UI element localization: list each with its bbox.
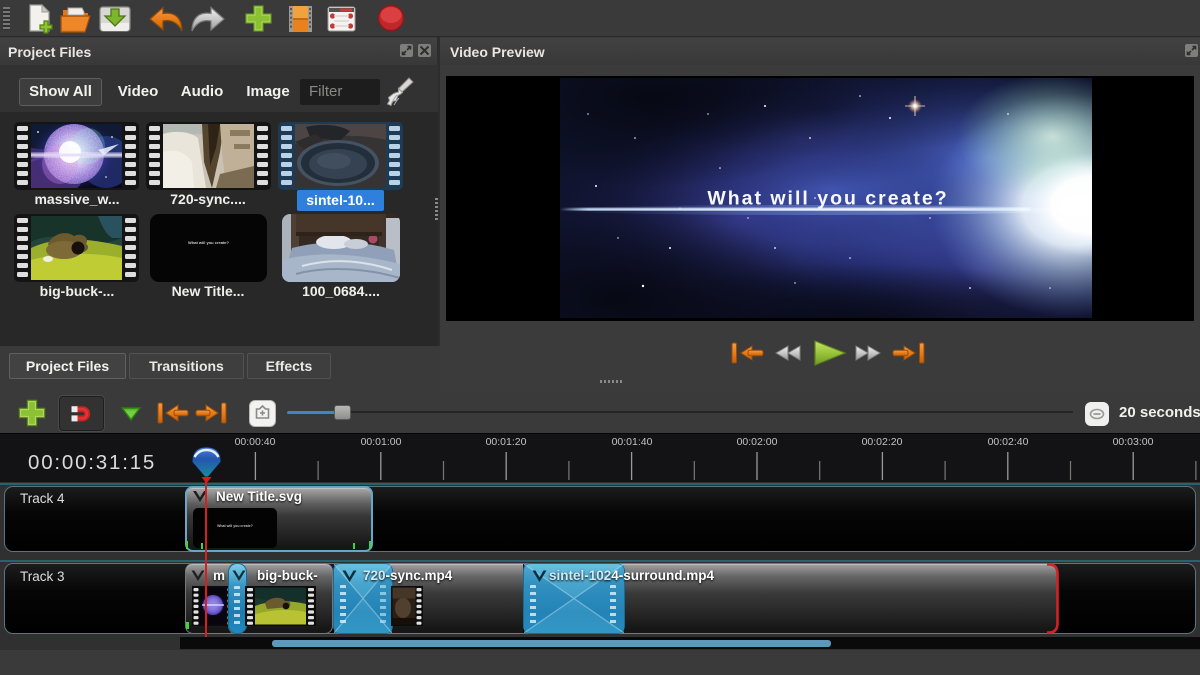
- svg-text:What will you create?: What will you create?: [707, 188, 948, 210]
